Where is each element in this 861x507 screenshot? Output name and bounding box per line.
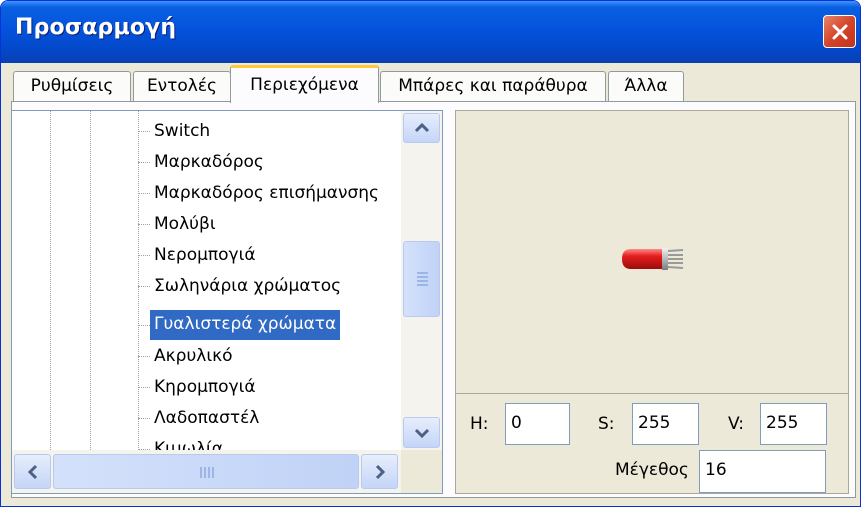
customize-dialog: Προσαρμογή Ρυθμίσεις Εντολές Περιεχόμενα… — [0, 0, 861, 507]
horizontal-scroll-thumb[interactable] — [53, 454, 359, 489]
tab-strip: Ρυθμίσεις Εντολές Περιεχόμενα Μπάρες και… — [11, 63, 856, 103]
saturation-field[interactable]: 255 — [632, 403, 699, 445]
tab-commands[interactable]: Εντολές — [133, 71, 231, 101]
tree-connector — [138, 356, 150, 357]
preview-divider — [456, 393, 848, 394]
tree-item-watercolor[interactable]: Νερομπογιά — [150, 241, 260, 271]
content-tree[interactable]: Switch Μαρκαδόρος Μαρκαδόρος επισήμανσης… — [11, 110, 443, 494]
scroll-down-button[interactable] — [403, 417, 440, 448]
value-field[interactable]: 255 — [760, 403, 827, 445]
tree-guide-line — [50, 111, 51, 450]
tree-item-pencil[interactable]: Μολύβι — [150, 210, 220, 240]
tree-connector — [138, 162, 150, 163]
title-bar[interactable]: Προσαρμογή — [1, 1, 860, 63]
tree-connector — [138, 387, 150, 388]
tree-connector — [138, 255, 150, 256]
chevron-right-icon — [375, 464, 385, 479]
tree-connector — [138, 325, 150, 326]
chevron-up-icon — [414, 122, 429, 133]
tree-item-chalk[interactable]: Κιμωλία — [150, 435, 227, 450]
value-label: V: — [728, 414, 744, 434]
scroll-right-button[interactable] — [361, 454, 398, 489]
scroll-left-button[interactable] — [14, 454, 51, 489]
paint-tube-icon — [622, 248, 684, 270]
tree-item-acrylic[interactable]: Ακρυλικό — [150, 342, 237, 372]
tab-other[interactable]: Άλλα — [608, 71, 684, 101]
saturation-label: S: — [598, 414, 615, 434]
vertical-scroll-thumb[interactable] — [403, 241, 440, 317]
tree-connector — [138, 286, 150, 287]
size-field[interactable]: 16 — [699, 450, 826, 493]
tree-item-glossy-paints[interactable]: Γυαλιστερά χρώματα — [150, 310, 341, 340]
tree-item-highlighter[interactable]: Μαρκαδόρος επισήμανσης — [150, 179, 383, 209]
hue-label: H: — [470, 414, 489, 434]
tree-connector — [138, 418, 150, 419]
tree-connector — [138, 193, 150, 194]
tree-connector — [138, 131, 150, 132]
tree-item-paint-tubes[interactable]: Σωληνάρια χρώματος — [150, 272, 345, 302]
chevron-down-icon — [414, 428, 429, 438]
hue-field[interactable]: 0 — [505, 403, 570, 445]
horizontal-scrollbar[interactable] — [12, 450, 401, 493]
grip-icon — [200, 467, 214, 478]
close-icon — [832, 24, 847, 39]
tree-item-switch[interactable]: Switch — [150, 117, 214, 147]
scroll-up-button[interactable] — [403, 113, 440, 143]
tree-viewport[interactable]: Switch Μαρκαδόρος Μαρκαδόρος επισήμανσης… — [12, 111, 401, 450]
chevron-left-icon — [27, 464, 37, 479]
close-button[interactable] — [823, 15, 856, 48]
window-title: Προσαρμογή — [15, 15, 177, 40]
grip-icon — [417, 272, 428, 286]
tree-connector — [138, 224, 150, 225]
tree-item-crayon[interactable]: Κηρομπογιά — [150, 373, 260, 403]
tab-bars-and-windows[interactable]: Μπάρες και παράθυρα — [380, 71, 606, 101]
tree-guide-line — [90, 111, 91, 450]
scrollbar-corner — [401, 450, 442, 493]
tab-contents[interactable]: Περιεχόμενα — [230, 65, 379, 103]
tree-item-marker[interactable]: Μαρκαδόρος — [150, 148, 268, 178]
tab-settings[interactable]: Ρυθμίσεις — [13, 71, 131, 101]
preview-panel: H: 0 S: 255 V: 255 Μέγεθος 16 — [455, 110, 849, 494]
size-label: Μέγεθος — [615, 460, 689, 480]
tree-item-oil-pastel[interactable]: Λαδοπαστέλ — [150, 404, 263, 434]
vertical-scrollbar[interactable] — [401, 111, 442, 450]
